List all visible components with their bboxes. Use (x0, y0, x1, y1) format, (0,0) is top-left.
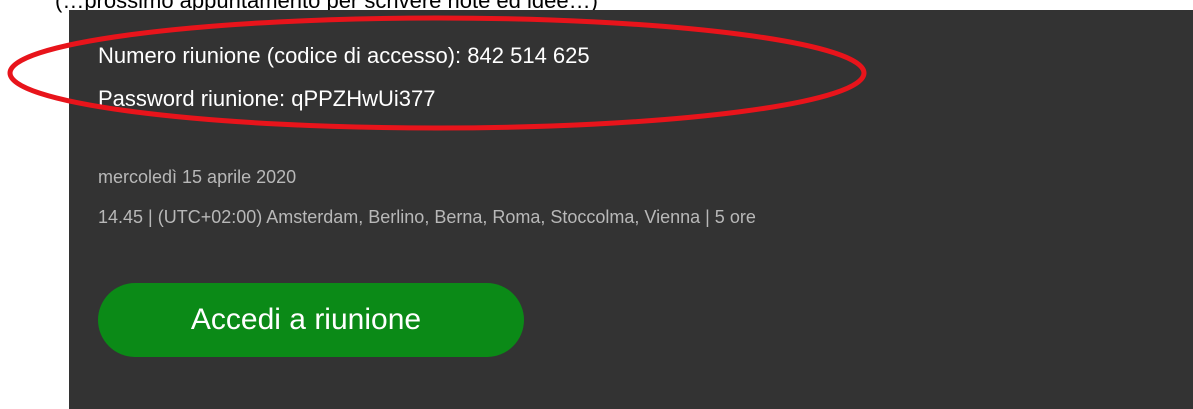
join-meeting-button[interactable]: Accedi a riunione (98, 283, 524, 357)
meeting-time-zone-duration: 14.45 | (UTC+02:00) Amsterdam, Berlino, … (98, 207, 756, 227)
page: (…prossimo appuntamento per scrivere not… (0, 0, 1193, 409)
meeting-date: mercoledì 15 aprile 2020 (98, 167, 297, 187)
meeting-number: Numero riunione (codice di accesso): 842… (98, 43, 590, 68)
meeting-password: Password riunione: qPPZHwUi377 (98, 86, 436, 111)
meeting-invite-panel: Numero riunione (codice di accesso): 842… (69, 10, 1193, 409)
